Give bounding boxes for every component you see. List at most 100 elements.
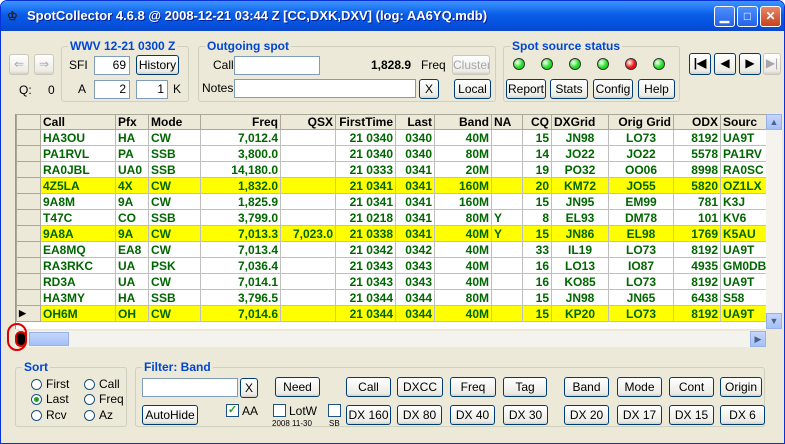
row-selector[interactable] <box>16 177 41 194</box>
cell-orig-grid[interactable]: DM78 <box>608 209 674 226</box>
cell-qsx[interactable] <box>280 305 336 322</box>
cell-dxgrid[interactable]: JN98 <box>551 289 609 306</box>
filter-dx17-button[interactable]: DX 17 <box>617 405 662 425</box>
a-field[interactable]: 2 <box>94 80 130 99</box>
cell-firsttime[interactable]: 21 0344 <box>335 289 396 306</box>
cell-cq[interactable]: 15 <box>522 129 552 146</box>
cell-odx[interactable]: 1769 <box>673 225 721 242</box>
cell-odx[interactable]: 5820 <box>673 177 721 194</box>
cell-cq[interactable]: 8 <box>522 209 552 226</box>
cell-band[interactable]: 160M <box>434 193 492 210</box>
filter-dxcc-button[interactable]: DXCC <box>397 377 443 397</box>
cell-pfx[interactable]: UA0 <box>115 161 149 178</box>
cell-odx[interactable]: 8192 <box>673 273 721 290</box>
cell-orig-grid[interactable]: LO73 <box>608 305 674 322</box>
cell-last[interactable]: 0343 <box>395 257 435 274</box>
cell-orig-grid[interactable]: OO06 <box>608 161 674 178</box>
cell-band[interactable]: 40M <box>434 305 492 322</box>
row-selector[interactable] <box>16 257 41 274</box>
cell-cq[interactable]: 33 <box>522 241 552 258</box>
table-row[interactable]: RA0JBL UA0 SSB 14,180.0 21 0333 0341 20M 19 PO32… <box>16 161 766 178</box>
filter-dx40-button[interactable]: DX 40 <box>450 405 495 425</box>
cell-sourc[interactable]: RA0SC <box>720 161 766 178</box>
minimize-button[interactable]: ▁ <box>714 6 735 27</box>
cell-freq[interactable]: 3,800.0 <box>200 145 281 162</box>
cell-odx[interactable]: 8192 <box>673 241 721 258</box>
cell-last[interactable]: 0344 <box>395 289 435 306</box>
lotw-checkbox[interactable] <box>273 404 286 417</box>
cell-call[interactable]: 4Z5LA <box>40 177 116 194</box>
cell-pfx[interactable]: HA <box>115 129 149 146</box>
cell-dxgrid[interactable]: KO85 <box>551 273 609 290</box>
column-header-freq[interactable]: Freq <box>200 114 281 130</box>
stats-button[interactable]: Stats <box>550 79 588 99</box>
cell-dxgrid[interactable]: EL93 <box>551 209 609 226</box>
table-row[interactable]: 4Z5LA 4X CW 1,832.0 21 0341 0341 160M 20 KM72 JO5… <box>16 177 766 194</box>
cell-cq[interactable]: 15 <box>522 225 552 242</box>
cell-last[interactable]: 0344 <box>395 305 435 322</box>
notes-clear-button[interactable]: X <box>419 79 439 99</box>
horizontal-scrollbar[interactable]: ▶ <box>15 331 766 347</box>
cell-dxgrid[interactable]: LO13 <box>551 257 609 274</box>
cell-pfx[interactable]: CO <box>115 209 149 226</box>
history-button[interactable]: History <box>136 55 179 75</box>
cell-sourc[interactable]: OZ1LX <box>720 177 766 194</box>
cell-odx[interactable]: 5578 <box>673 145 721 162</box>
cell-last[interactable]: 0341 <box>395 225 435 242</box>
cell-odx[interactable]: 101 <box>673 209 721 226</box>
cell-pfx[interactable]: UA <box>115 273 149 290</box>
filter-call-button[interactable]: Call <box>346 377 391 397</box>
cell-dxgrid[interactable]: IL19 <box>551 241 609 258</box>
cell-na[interactable] <box>491 161 523 178</box>
close-button[interactable]: ✕ <box>760 6 781 27</box>
column-header-qsx[interactable]: QSX <box>280 114 336 130</box>
column-header-orig-grid[interactable]: Orig Grid <box>608 114 674 130</box>
scroll-up-icon[interactable]: ▲ <box>766 114 782 130</box>
row-selector[interactable] <box>16 161 41 178</box>
k-field[interactable]: 1 <box>136 80 168 99</box>
title-bar[interactable]: ♔ SpotCollector 4.6.8 @ 2008-12-21 03:44… <box>1 1 784 31</box>
filter-dx6-button[interactable]: DX 6 <box>720 405 765 425</box>
column-header-sourc[interactable]: Sourc <box>720 114 766 130</box>
scroll-down-icon[interactable]: ▼ <box>766 313 782 329</box>
cell-freq[interactable]: 1,825.9 <box>200 193 281 210</box>
cell-orig-grid[interactable]: EM99 <box>608 193 674 210</box>
cell-call[interactable]: RA0JBL <box>40 161 116 178</box>
cell-na[interactable] <box>491 273 523 290</box>
cell-firsttime[interactable]: 21 0340 <box>335 129 396 146</box>
cell-na[interactable]: Y <box>491 209 523 226</box>
cell-firsttime[interactable]: 21 0341 <box>335 193 396 210</box>
cell-na[interactable] <box>491 145 523 162</box>
current-row-indicator-icon[interactable]: ▶ <box>16 305 41 322</box>
cell-orig-grid[interactable]: LO73 <box>608 129 674 146</box>
filter-dx15-button[interactable]: DX 15 <box>669 405 714 425</box>
filter-cont-button[interactable]: Cont <box>669 377 714 397</box>
cell-pfx[interactable]: EA8 <box>115 241 149 258</box>
cell-firsttime[interactable]: 21 0343 <box>335 273 396 290</box>
filter-mode-button[interactable]: Mode <box>617 377 662 397</box>
cell-pfx[interactable]: 4X <box>115 177 149 194</box>
row-selector[interactable] <box>16 129 41 146</box>
cell-sourc[interactable]: KV6 <box>720 209 766 226</box>
row-selector[interactable] <box>16 193 41 210</box>
cell-firsttime[interactable]: 21 0342 <box>335 241 396 258</box>
sort-az-radio[interactable] <box>84 410 95 421</box>
sb-checkbox[interactable] <box>328 404 341 417</box>
cell-sourc[interactable]: UA9T <box>720 305 766 322</box>
table-row[interactable]: PA1RVL PA SSB 3,800.0 21 0340 0340 80M 14 JO22 JO… <box>16 145 766 162</box>
first-record-button[interactable]: |◀ <box>689 53 711 75</box>
filter-dx160-button[interactable]: DX 160 <box>346 405 391 425</box>
cell-qsx[interactable] <box>280 145 336 162</box>
cell-dxgrid[interactable]: JN95 <box>551 193 609 210</box>
row-selector[interactable] <box>16 289 41 306</box>
cell-last[interactable]: 0341 <box>395 193 435 210</box>
table-row[interactable]: RA3RKC UA PSK 7,036.4 21 0343 0343 40M 16 LO13 IO… <box>16 257 766 274</box>
cell-odx[interactable]: 8192 <box>673 129 721 146</box>
cell-call[interactable]: 9A8A <box>40 225 116 242</box>
cell-sourc[interactable]: S58 <box>720 289 766 306</box>
column-header-pfx[interactable]: Pfx <box>115 114 149 130</box>
cell-pfx[interactable]: UA <box>115 257 149 274</box>
previous-record-button[interactable]: ◀ <box>714 53 736 75</box>
cell-mode[interactable]: CW <box>148 225 201 242</box>
cell-cq[interactable]: 15 <box>522 305 552 322</box>
